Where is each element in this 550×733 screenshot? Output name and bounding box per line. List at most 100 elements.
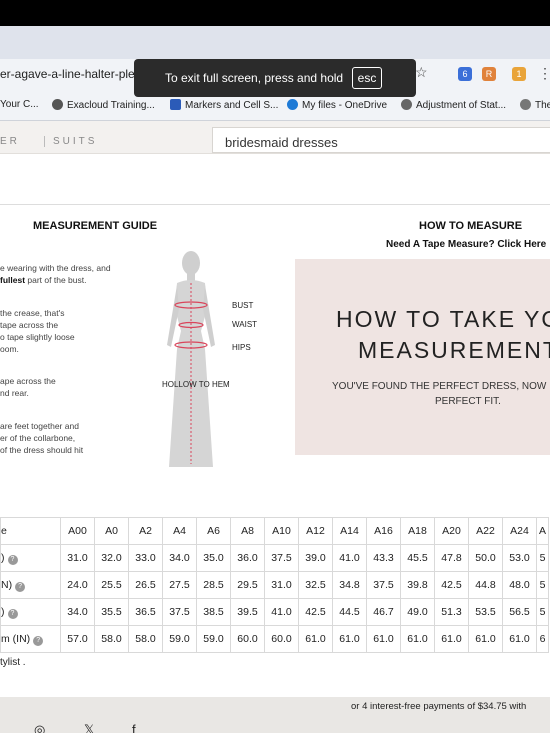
bust-instructions: e wearing with the dress, and fullest pa… xyxy=(0,262,125,286)
brand-logo[interactable]: ER xyxy=(0,136,20,147)
measurement-cell: 5 xyxy=(536,544,549,572)
measurement-row: )? 31.0 32.0 33.0 34.0 35.0 36.0 37.5 39.0 41.0 43… xyxy=(0,544,549,572)
site-header: ER SUITS bridesmaid dresses xyxy=(0,121,550,154)
measurement-cell: 41.0 xyxy=(332,544,367,572)
measurement-cell: 42.5 xyxy=(298,598,333,626)
bookmark-item[interactable]: Markers and Cell S... xyxy=(170,99,278,111)
hollow-to-hem-instructions: are feet together and er of the collarbo… xyxy=(0,420,125,456)
hollow-to-hem-label: HOLLOW TO HEM xyxy=(162,380,230,389)
size-header: A16 xyxy=(366,517,401,545)
how-to-measure-title: HOW TO MEASURE xyxy=(419,220,523,232)
shield-icon xyxy=(401,99,412,110)
row-label-text: N) xyxy=(1,578,13,591)
pinterest-icon[interactable]: ◎ xyxy=(34,722,45,733)
measurement-cell: 33.0 xyxy=(128,544,163,572)
bookmark-label: Markers and Cell S... xyxy=(185,100,279,111)
measurement-row-label: m (IN)? xyxy=(0,625,61,653)
measurement-cell: 48.0 xyxy=(502,571,537,599)
help-icon[interactable]: ? xyxy=(7,608,18,619)
help-icon[interactable]: ? xyxy=(7,554,18,565)
measurement-cell: 61.0 xyxy=(502,625,537,653)
url-text[interactable]: er-agave-a-line-halter-ple xyxy=(0,67,135,81)
measurement-cell: 29.5 xyxy=(230,571,265,599)
size-header: A22 xyxy=(468,517,503,545)
measurement-cell: 56.5 xyxy=(502,598,537,626)
measurement-cell: 32.0 xyxy=(94,544,129,572)
cart-extension-icon[interactable]: 1 xyxy=(512,67,526,81)
guide-text: er of the collarbone, xyxy=(0,433,76,443)
bookmark-star-icon[interactable]: ☆ xyxy=(415,64,428,81)
size-header: A10 xyxy=(264,517,299,545)
body-measurement-figure xyxy=(167,251,215,467)
hips-instructions: ape across the nd rear. xyxy=(0,375,125,399)
measurement-cell: 36.5 xyxy=(128,598,163,626)
measurement-cell: 59.0 xyxy=(162,625,197,653)
measurement-row-label: N)? xyxy=(0,571,61,599)
esc-key-badge: esc xyxy=(352,67,382,89)
row-label-text: m (IN) xyxy=(1,632,31,645)
measurement-guide-title: MEASUREMENT GUIDE xyxy=(33,220,158,232)
fullscreen-toast: To exit full screen, press and hold esc xyxy=(134,59,416,97)
size-header: A xyxy=(536,517,549,545)
guide-text: ape across the xyxy=(0,376,56,386)
measurement-cell: 38.5 xyxy=(196,598,231,626)
size-header: A0 xyxy=(94,517,129,545)
measurement-cell: 44.8 xyxy=(468,571,503,599)
measurement-cell: 58.0 xyxy=(128,625,163,653)
extension-icon[interactable]: R xyxy=(482,67,496,81)
tape-measure-link[interactable]: Need A Tape Measure? Click Here xyxy=(386,239,546,250)
measurement-row-label: )? xyxy=(0,544,61,572)
site-search-input[interactable]: bridesmaid dresses xyxy=(212,127,550,153)
x-icon[interactable]: 𝕏 xyxy=(84,722,94,733)
bookmark-item[interactable]: My files - OneDrive xyxy=(287,99,387,111)
bookmark-item[interactable]: Exacloud Training... xyxy=(52,99,155,111)
bookmark-item[interactable]: Adjustment of Stat... xyxy=(401,99,506,111)
measurement-cell: 53.5 xyxy=(468,598,503,626)
measurement-cell: 39.0 xyxy=(298,544,333,572)
extension-icon[interactable]: 6 xyxy=(458,67,472,81)
measurement-cell: 31.0 xyxy=(60,544,95,572)
brand-suits-link[interactable]: SUITS xyxy=(44,136,97,147)
measurement-cell: 61.0 xyxy=(468,625,503,653)
size-header-label: e xyxy=(0,517,61,545)
video-headline: HOW TO TAKE YO xyxy=(336,306,550,332)
installment-note: or 4 interest-free payments of $34.75 wi… xyxy=(351,701,527,712)
measurement-cell: 5 xyxy=(536,598,549,626)
help-icon[interactable]: ? xyxy=(15,581,26,592)
measurement-cell: 39.8 xyxy=(400,571,435,599)
measurement-cell: 35.5 xyxy=(94,598,129,626)
guide-bold: fullest xyxy=(0,275,26,285)
bookmark-item[interactable]: The xyxy=(520,99,550,111)
how-to-measure-video[interactable]: HOW TO TAKE YO MEASUREMENT YOU'VE FOUND … xyxy=(295,259,550,455)
measurement-cell: 61.0 xyxy=(400,625,435,653)
fullscreen-toast-text: To exit full screen, press and hold xyxy=(165,71,344,85)
measurement-cell: 60.0 xyxy=(230,625,265,653)
size-header: A24 xyxy=(502,517,537,545)
measurement-cell: 34.8 xyxy=(332,571,367,599)
video-caption-2: PERFECT FIT. xyxy=(435,396,501,407)
facebook-icon[interactable]: f xyxy=(132,722,136,733)
measurement-cell: 61.0 xyxy=(298,625,333,653)
size-header: A14 xyxy=(332,517,367,545)
measurement-cell: 37.5 xyxy=(366,571,401,599)
measurement-cell: 61.0 xyxy=(332,625,367,653)
hips-label: HIPS xyxy=(232,343,251,352)
row-label-text: ) xyxy=(1,551,5,564)
measurement-cell: 27.5 xyxy=(162,571,197,599)
bookmark-item[interactable]: Your C... xyxy=(0,99,39,110)
stylist-note: tylist . xyxy=(0,657,26,668)
guide-text: part of the bust. xyxy=(25,275,87,285)
size-header: A00 xyxy=(60,517,95,545)
row-label-text: ) xyxy=(1,605,5,618)
size-header: A20 xyxy=(434,517,469,545)
site-search-value: bridesmaid dresses xyxy=(225,135,338,150)
help-icon[interactable]: ? xyxy=(33,635,44,646)
bookmark-label: My files - OneDrive xyxy=(302,100,388,111)
measurement-cell: 32.5 xyxy=(298,571,333,599)
measurement-cell: 49.0 xyxy=(400,598,435,626)
guide-text: o tape slightly loose xyxy=(0,332,75,342)
browser-menu-icon[interactable]: ⋮ xyxy=(538,65,550,82)
measurement-cell: 37.5 xyxy=(264,544,299,572)
size-header-row: e A00 A0 A2 A4 A6 A8 A10 A12 A14 A16 A18… xyxy=(0,517,549,545)
measurement-cell: 61.0 xyxy=(366,625,401,653)
